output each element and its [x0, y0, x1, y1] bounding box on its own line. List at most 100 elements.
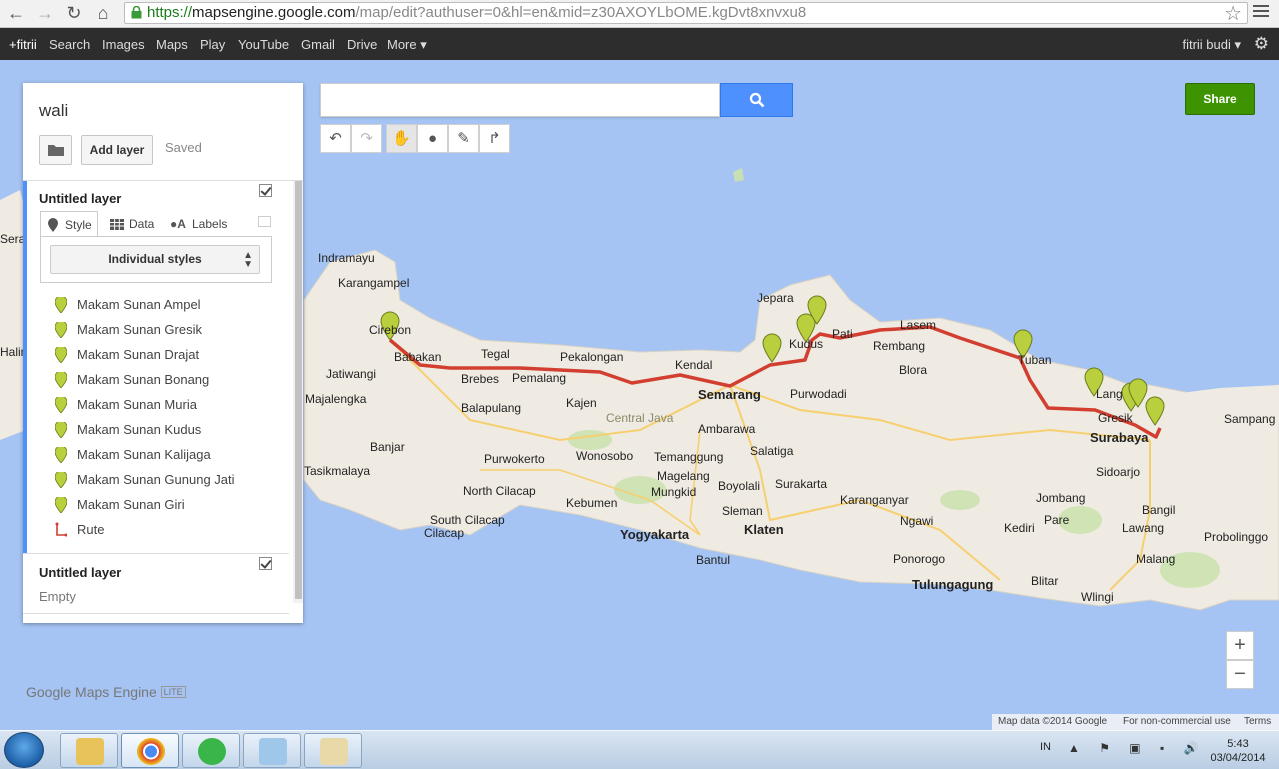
address-bar[interactable]: https://mapsengine.google.com/map/edit?a… — [124, 2, 1248, 24]
place-label: Bangil — [1142, 503, 1175, 517]
chrome-task[interactable] — [121, 733, 179, 768]
feature-item[interactable]: Makam Sunan Gunung Jati — [55, 470, 275, 490]
noncommercial-link[interactable]: For non-commercial use — [1123, 714, 1231, 730]
gear-icon[interactable]: ⚙ — [1254, 34, 1269, 54]
place-label: Salatiga — [750, 444, 794, 458]
pin-icon — [55, 397, 67, 413]
feature-item[interactable]: Makam Sunan Muria — [55, 395, 275, 415]
gbar-link-plus[interactable]: +fitrii — [9, 37, 37, 52]
gbar-link-maps[interactable]: Maps — [156, 37, 188, 52]
bookmark-star-icon[interactable]: ☆ — [1224, 1, 1242, 26]
app-task[interactable] — [182, 733, 240, 768]
layer-tabs: Style Data ●A Labels — [40, 211, 272, 237]
feature-name: Makam Sunan Giri — [77, 497, 185, 512]
home-icon[interactable]: ⌂ — [91, 2, 115, 24]
reload-icon[interactable]: ↻ — [62, 2, 86, 24]
feature-item[interactable]: Makam Sunan Ampel — [55, 295, 275, 315]
add-layer-button[interactable]: Add layer — [81, 135, 153, 165]
feature-item[interactable]: Makam Sunan Drajat — [55, 345, 275, 365]
account-menu[interactable]: fitrii budi ▾ — [1182, 37, 1241, 53]
divider — [23, 553, 289, 554]
place-label: Pemalang — [512, 371, 566, 385]
hand-icon[interactable]: ✋ — [386, 124, 417, 153]
feature-item[interactable]: Makam Sunan Bonang — [55, 370, 275, 390]
feature-name: Makam Sunan Ampel — [77, 297, 201, 312]
maps-engine-logo: Google Maps Engine LITE — [26, 684, 186, 700]
language-indicator[interactable]: IN — [1040, 741, 1051, 753]
draw-line-icon[interactable]: ✎ — [448, 124, 479, 153]
panel-scrollbar[interactable] — [293, 181, 303, 603]
directions-icon[interactable]: ↱ — [479, 124, 510, 153]
tab-labels-label: Labels — [192, 217, 228, 231]
add-marker-icon[interactable]: ● — [417, 124, 448, 153]
explorer-task[interactable] — [60, 733, 118, 768]
feature-name: Makam Sunan Drajat — [77, 347, 200, 362]
search-icon — [749, 92, 765, 108]
place-label: Surakarta — [775, 477, 827, 491]
open-map-button[interactable] — [39, 135, 72, 165]
menu-icon[interactable] — [1253, 5, 1269, 19]
gbar-link-play[interactable]: Play — [200, 37, 225, 52]
undo-icon[interactable]: ↶ — [320, 124, 351, 153]
terms-link[interactable]: Terms — [1244, 714, 1271, 730]
place-label: Tasikmalaya — [304, 464, 370, 478]
place-label: Banjar — [370, 440, 405, 454]
tab-data[interactable]: Data — [110, 211, 154, 237]
zoom-out-button[interactable]: − — [1226, 660, 1254, 689]
start-button[interactable] — [4, 732, 44, 768]
layer-visibility-checkbox[interactable] — [259, 184, 272, 197]
notepad-icon — [259, 738, 287, 765]
place-label: Kediri — [1004, 521, 1035, 535]
gbar-link-search[interactable]: Search — [49, 37, 90, 52]
share-button[interactable]: Share — [1185, 83, 1255, 115]
style-select[interactable]: Individual styles ▲ ▼ — [50, 245, 260, 274]
tab-data-label: Data — [129, 217, 155, 231]
place-label: Babakan — [394, 350, 441, 364]
notepad-task[interactable] — [243, 733, 301, 768]
paint-icon — [320, 738, 348, 765]
feature-item[interactable]: Makam Sunan Kudus — [55, 420, 275, 440]
place-label: Blora — [899, 363, 927, 377]
place-label: Mungkid — [651, 485, 696, 499]
pin-icon — [55, 447, 67, 463]
system-tray-icons[interactable]: ▲ ⚑ ▣ ▪ 🔊 — [1068, 741, 1207, 755]
search-input[interactable] — [320, 83, 720, 117]
place-label: Kebumen — [566, 496, 617, 510]
gbar-link-more[interactable]: More ▾ — [387, 37, 427, 53]
layer-title[interactable]: Untitled layer — [39, 191, 121, 206]
tab-labels[interactable]: ●A Labels — [170, 211, 227, 237]
place-label: Jepara — [757, 291, 794, 305]
place-label: Sleman — [722, 504, 763, 518]
style-section: Individual styles ▲ ▼ — [40, 236, 272, 283]
feature-item[interactable]: Makam Sunan Giri — [55, 495, 275, 515]
layer-visibility-checkbox[interactable] — [259, 557, 272, 570]
gbar-link-youtube[interactable]: YouTube — [238, 37, 289, 52]
place-label: Pare — [1044, 513, 1070, 527]
gbar-link-images[interactable]: Images — [102, 37, 145, 52]
tab-style[interactable]: Style — [40, 211, 98, 237]
layer-1: Untitled layer Style Data ●A Labels Indi… — [23, 181, 289, 553]
layers-panel: wali Add layer Saved Untitled layer Styl… — [23, 83, 303, 623]
chrome-icon — [137, 738, 165, 765]
place-label: Tuban — [1018, 353, 1052, 367]
feature-item[interactable]: Rute — [55, 520, 275, 540]
place-label: Purwodadi — [790, 387, 847, 401]
forward-arrow-icon[interactable]: → — [33, 2, 57, 24]
scrollbar-thumb[interactable] — [295, 181, 302, 599]
tab-more-dropdown[interactable] — [258, 216, 271, 227]
map-title[interactable]: wali — [39, 101, 68, 121]
feature-item[interactable]: Makam Sunan Kalijaga — [55, 445, 275, 465]
back-arrow-icon[interactable]: ← — [4, 2, 28, 24]
feature-item[interactable]: Makam Sunan Gresik — [55, 320, 275, 340]
search-button[interactable] — [720, 83, 793, 117]
paint-task[interactable] — [304, 733, 362, 768]
gbar-link-gmail[interactable]: Gmail — [301, 37, 335, 52]
clock-time: 5:43 — [1227, 738, 1249, 750]
layer-title[interactable]: Untitled layer — [39, 565, 121, 580]
place-label: Jatiwangi — [326, 367, 376, 381]
zoom-in-button[interactable]: + — [1226, 631, 1254, 660]
gbar-link-drive[interactable]: Drive — [347, 37, 377, 52]
redo-icon[interactable]: ↷ — [351, 124, 382, 153]
clock[interactable]: 5:43 03/04/2014 — [1208, 737, 1268, 765]
pin-icon — [55, 297, 67, 313]
